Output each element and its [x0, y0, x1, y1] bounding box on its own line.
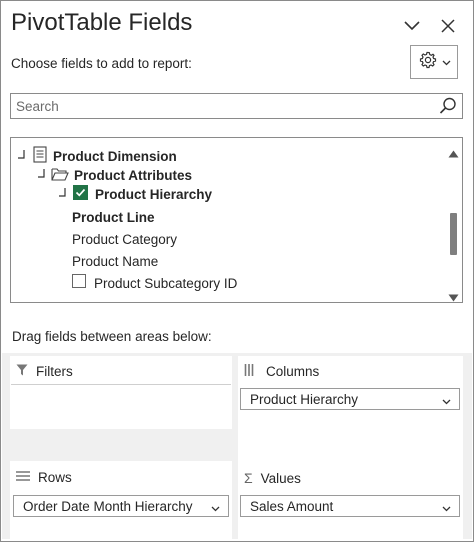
chevron-down-icon[interactable]: [442, 500, 451, 515]
columns-field-label: Product Hierarchy: [250, 391, 359, 407]
rows-field-label: Order Date Month Hierarchy: [23, 498, 193, 514]
field-label: Product Hierarchy: [95, 186, 213, 202]
scroll-up-icon[interactable]: [448, 145, 459, 163]
columns-header: Columns: [244, 364, 319, 379]
field-label: Product Category: [72, 231, 178, 247]
values-label: Values: [260, 470, 301, 486]
tools-button[interactable]: [410, 45, 458, 79]
field-label: Product Dimension: [53, 148, 177, 164]
search-icon[interactable]: [438, 96, 458, 116]
search-input[interactable]: [16, 94, 426, 118]
filter-icon: [16, 364, 28, 379]
list-item[interactable]: Product Hierarchy: [58, 184, 212, 204]
list-item[interactable]: Product Category: [72, 229, 177, 249]
collapse-icon[interactable]: [37, 168, 49, 183]
table-icon: [33, 146, 47, 166]
collapse-icon[interactable]: [58, 187, 70, 202]
chevron-down-icon[interactable]: [211, 500, 220, 515]
list-item[interactable]: Product Name: [72, 251, 158, 271]
list-item[interactable]: Product Attributes: [37, 165, 192, 185]
vertical-scrollbar[interactable]: [445, 139, 461, 302]
field-label: Product Attributes: [74, 167, 192, 183]
rows-label: Rows: [38, 470, 72, 485]
collapse-icon[interactable]: [17, 149, 29, 164]
values-field-label: Sales Amount: [250, 498, 334, 514]
field-list: Product Dimension Product Attributes Pro…: [10, 137, 463, 303]
field-label: Product Name: [72, 253, 159, 269]
choose-fields-label: Choose fields to add to report:: [11, 56, 192, 71]
gear-icon: [418, 50, 438, 75]
filters-header: Filters: [16, 364, 73, 379]
drag-fields-label: Drag fields between areas below:: [12, 329, 212, 344]
filters-drop-zone[interactable]: [11, 384, 231, 429]
rows-area[interactable]: Rows Order Date Month Hierarchy: [10, 461, 232, 539]
filters-area[interactable]: Filters: [10, 356, 232, 429]
pivottable-fields-pane: PivotTable Fields Choose fields to add t…: [0, 0, 474, 542]
columns-label: Columns: [266, 364, 320, 379]
list-item[interactable]: Product Dimension: [17, 146, 177, 166]
list-item[interactable]: Product Line: [72, 207, 155, 227]
rows-icon: [16, 470, 30, 485]
list-item[interactable]: Product Subcategory ID: [72, 273, 237, 293]
checkbox-checked-icon[interactable]: [73, 185, 88, 203]
chevron-down-icon[interactable]: [401, 15, 423, 37]
scrollbar-thumb[interactable]: [450, 213, 457, 255]
filters-label: Filters: [36, 364, 73, 379]
chevron-down-icon[interactable]: [442, 393, 451, 408]
folder-icon: [51, 167, 69, 184]
rows-header: Rows: [16, 470, 72, 485]
rows-field-dropdown[interactable]: Order Date Month Hierarchy: [13, 495, 229, 517]
sigma-icon: Σ: [244, 470, 253, 486]
field-label: Product Subcategory ID: [94, 275, 238, 291]
columns-icon: [244, 364, 258, 379]
close-icon[interactable]: [437, 15, 459, 37]
pane-title: PivotTable Fields: [11, 9, 193, 36]
columns-field-dropdown[interactable]: Product Hierarchy: [240, 388, 460, 410]
chevron-down-icon: [442, 53, 451, 71]
search-box: [10, 93, 463, 119]
field-label: Product Line: [72, 209, 155, 225]
checkbox-unchecked-icon[interactable]: [72, 274, 87, 292]
values-area[interactable]: Σ Values Sales Amount: [238, 461, 463, 539]
values-field-dropdown[interactable]: Sales Amount: [240, 495, 460, 517]
values-header: Σ Values: [244, 470, 301, 486]
scroll-down-icon[interactable]: [448, 289, 459, 302]
